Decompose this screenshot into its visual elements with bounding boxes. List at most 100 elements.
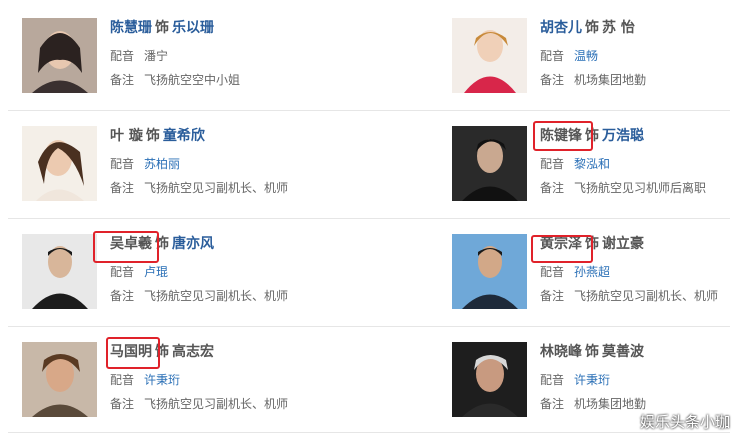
role-name-link[interactable]: 万浩聪	[602, 128, 644, 144]
role-name: 莫善波	[602, 344, 644, 360]
note-value: 飞扬航空见习副机长、机师	[144, 181, 289, 195]
note-label: 备注	[110, 73, 135, 87]
dub-line: 配音 潘宁	[110, 48, 168, 64]
cast-title: 黄宗泽饰谢立豪	[540, 234, 644, 254]
as-label: 饰	[585, 128, 599, 144]
note-value: 飞扬航空空中小姐	[144, 73, 241, 87]
note-value: 飞扬航空见习副机长、机师	[144, 289, 289, 303]
actor-name: 陈键锋	[540, 128, 582, 144]
note-line: 备注 飞扬航空见习副机长、机师	[110, 396, 288, 412]
as-label: 饰	[155, 236, 169, 252]
role-name-link[interactable]: 唐亦风	[172, 236, 214, 252]
note-label: 备注	[540, 181, 565, 195]
note-line: 备注 飞扬航空空中小姐	[110, 72, 240, 88]
dub-value-link[interactable]: 黎泓和	[574, 157, 610, 171]
actor-name-link[interactable]: 陈慧珊	[110, 20, 152, 36]
actor-name: 吴卓羲	[110, 236, 152, 252]
dub-label: 配音	[540, 157, 565, 171]
note-line: 备注 机场集团地勤	[540, 396, 646, 412]
cast-card-4: 陈键锋饰万浩聪 配音 黎泓和 备注 飞扬航空见习机师后离职	[430, 108, 736, 216]
cast-title: 胡杏儿饰苏 怡	[540, 18, 635, 38]
cast-title: 叶 璇饰童希欣	[110, 126, 205, 146]
role-name: 谢立豪	[602, 236, 644, 252]
dub-label: 配音	[110, 157, 135, 171]
cast-title: 林晓峰饰莫善波	[540, 342, 644, 362]
actor-name: 叶 璇	[110, 128, 143, 144]
cast-title: 吴卓羲饰唐亦风	[110, 234, 214, 254]
cast-title: 陈慧珊饰乐以珊	[110, 18, 214, 38]
cast-row-3: 吴卓羲饰唐亦风 配音 卢琨 备注 飞扬航空见习副机长、机师 黄宗泽饰谢立豪 配音 孙燕…	[0, 216, 736, 324]
note-line: 备注 飞扬航空见习机师后离职	[540, 180, 706, 196]
role-name-link[interactable]: 乐以珊	[172, 20, 214, 36]
cast-card-6: 黄宗泽饰谢立豪 配音 孙燕超 备注 飞扬航空见习副机长、机师	[430, 216, 736, 324]
note-label: 备注	[540, 73, 565, 87]
as-label: 饰	[155, 20, 169, 36]
cast-card-1: 陈慧珊饰乐以珊 配音 潘宁 备注 飞扬航空空中小姐	[0, 0, 330, 108]
actor-name: 马国明	[110, 344, 152, 360]
dub-line: 配音 许秉珩	[110, 372, 180, 388]
as-label: 饰	[145, 128, 160, 144]
dub-label: 配音	[540, 265, 565, 279]
dub-line: 配音 卢琨	[110, 264, 168, 280]
cast-row-4: 马国明饰高志宏 配音 许秉珩 备注 飞扬航空见习副机长、机师 林晓峰饰莫善波 配音许…	[0, 324, 736, 432]
dub-label: 配音	[110, 49, 135, 63]
actor-photo[interactable]	[452, 234, 527, 309]
note-line: 备注 飞扬航空见习副机长、机师	[540, 288, 718, 304]
dub-value-link[interactable]: 许秉珩	[574, 373, 610, 387]
note-value: 飞扬航空见习副机长、机师	[144, 397, 289, 411]
as-label: 饰	[585, 20, 599, 36]
role-name: 苏 怡	[602, 20, 635, 36]
actor-photo[interactable]	[22, 342, 97, 417]
cast-title: 马国明饰高志宏	[110, 342, 214, 362]
dub-label: 配音	[540, 49, 565, 63]
dub-line: 配音 黎泓和	[540, 156, 610, 172]
note-line: 备注 飞扬航空见习副机长、机师	[110, 288, 288, 304]
note-value: 飞扬航空见习机师后离职	[574, 181, 707, 195]
dub-value-link[interactable]: 许秉珩	[144, 373, 180, 387]
dub-line: 配音 温畅	[540, 48, 598, 64]
actor-photo[interactable]	[452, 342, 527, 417]
note-label: 备注	[110, 397, 135, 411]
cast-card-5: 吴卓羲饰唐亦风 配音 卢琨 备注 飞扬航空见习副机长、机师	[0, 216, 330, 324]
note-value: 机场集团地勤	[574, 397, 647, 411]
dub-label: 配音	[540, 373, 565, 387]
watermark: 娱乐头条小珈	[639, 413, 730, 431]
as-label: 饰	[585, 236, 599, 252]
note-label: 备注	[110, 181, 135, 195]
actor-photo[interactable]	[22, 18, 97, 93]
role-name: 高志宏	[172, 344, 214, 360]
cast-card-3: 叶 璇饰童希欣 配音 苏柏丽 备注 飞扬航空见习副机长、机师	[0, 108, 330, 216]
actor-name: 林晓峰	[540, 344, 582, 360]
actor-photo[interactable]	[452, 126, 527, 201]
actor-photo[interactable]	[452, 18, 527, 93]
role-name-link[interactable]: 童希欣	[163, 128, 205, 144]
cast-row-1: 陈慧珊饰乐以珊 配音 潘宁 备注 飞扬航空空中小姐 胡杏儿饰苏 怡 配音 温畅 备注机…	[0, 0, 736, 108]
actor-name-link[interactable]: 胡杏儿	[540, 20, 582, 36]
dub-value-link[interactable]: 卢琨	[144, 265, 168, 279]
cast-title: 陈键锋饰万浩聪	[540, 126, 644, 146]
note-line: 备注 机场集团地勤	[540, 72, 646, 88]
note-line: 备注 飞扬航空见习副机长、机师	[110, 180, 288, 196]
cast-row-2: 叶 璇饰童希欣 配音 苏柏丽 备注 飞扬航空见习副机长、机师 陈键锋饰万浩聪 配音黎…	[0, 108, 736, 216]
note-value: 飞扬航空见习副机长、机师	[574, 289, 719, 303]
cast-card-2: 胡杏儿饰苏 怡 配音 温畅 备注 机场集团地勤	[430, 0, 736, 108]
dub-value-link[interactable]: 苏柏丽	[144, 157, 180, 171]
dub-label: 配音	[110, 265, 135, 279]
dub-value-link[interactable]: 温畅	[574, 49, 598, 63]
dub-value-link[interactable]: 孙燕超	[574, 265, 610, 279]
dub-value: 潘宁	[144, 49, 169, 63]
cast-card-7: 马国明饰高志宏 配音 许秉珩 备注 飞扬航空见习副机长、机师	[0, 324, 330, 432]
note-label: 备注	[110, 289, 135, 303]
actor-photo[interactable]	[22, 126, 97, 201]
dub-line: 配音 许秉珩	[540, 372, 610, 388]
as-label: 饰	[585, 344, 599, 360]
note-label: 备注	[540, 289, 565, 303]
dub-line: 配音 孙燕超	[540, 264, 610, 280]
actor-name: 黄宗泽	[540, 236, 582, 252]
row-divider	[8, 432, 730, 433]
note-value: 机场集团地勤	[574, 73, 647, 87]
dub-line: 配音 苏柏丽	[110, 156, 180, 172]
actor-photo[interactable]	[22, 234, 97, 309]
as-label: 饰	[155, 344, 169, 360]
note-label: 备注	[540, 397, 565, 411]
